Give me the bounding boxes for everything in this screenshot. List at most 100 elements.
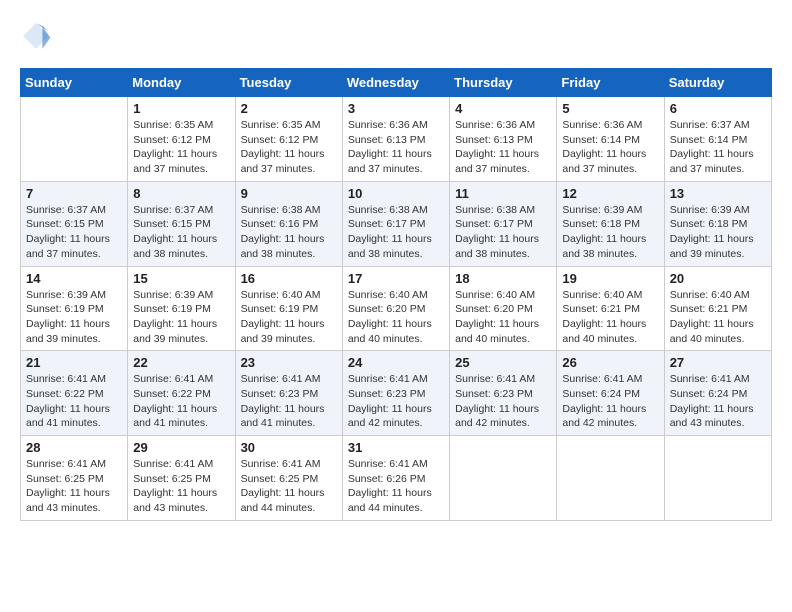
- day-info: Sunrise: 6:41 AM Sunset: 6:23 PM Dayligh…: [348, 372, 444, 431]
- calendar-cell: 16Sunrise: 6:40 AM Sunset: 6:19 PM Dayli…: [235, 266, 342, 351]
- weekday-header-thursday: Thursday: [450, 69, 557, 97]
- calendar-cell: 20 Sunrise: 6:40 AM Sunset: 6:21 PM Dayli…: [664, 266, 771, 351]
- day-info: Sunrise: 6:41 AM Sunset: 6:24 PM Dayligh…: [562, 372, 658, 431]
- calendar-week-row-2: 7 Sunrise: 6:37 AM Sunset: 6:15 PM Daylig…: [21, 181, 772, 266]
- page-header: [20, 20, 772, 52]
- day-info: Sunrise: 6:39 AM Sunset: 6:18 PM Dayligh…: [562, 203, 658, 262]
- calendar-cell: [664, 436, 771, 521]
- calendar-cell: 14 Sunrise: 6:39 AM Sunset: 6:19 PM Dayli…: [21, 266, 128, 351]
- calendar-cell: 31 Sunrise: 6:41 AM Sunset: 6:26 PM Dayli…: [342, 436, 449, 521]
- day-number: 5: [562, 101, 658, 116]
- day-info: Sunrise: 6:40 AM Sunset: 6:20 PM Dayligh…: [455, 288, 551, 347]
- day-number: 22: [133, 355, 229, 370]
- day-number: 21: [26, 355, 122, 370]
- day-number: 25: [455, 355, 551, 370]
- calendar-cell: 9Sunrise: 6:38 AM Sunset: 6:16 PM Daylig…: [235, 181, 342, 266]
- weekday-header-row: SundayMondayTuesdayWednesdayThursdayFrid…: [21, 69, 772, 97]
- calendar-cell: 18Sunrise: 6:40 AM Sunset: 6:20 PM Dayli…: [450, 266, 557, 351]
- day-number: 4: [455, 101, 551, 116]
- weekday-header-friday: Friday: [557, 69, 664, 97]
- logo: [20, 20, 56, 52]
- day-info: Sunrise: 6:36 AM Sunset: 6:13 PM Dayligh…: [455, 118, 551, 177]
- day-info: Sunrise: 6:38 AM Sunset: 6:17 PM Dayligh…: [348, 203, 444, 262]
- day-number: 19: [562, 271, 658, 286]
- day-info: Sunrise: 6:35 AM Sunset: 6:12 PM Dayligh…: [133, 118, 229, 177]
- day-info: Sunrise: 6:41 AM Sunset: 6:26 PM Dayligh…: [348, 457, 444, 516]
- day-number: 13: [670, 186, 766, 201]
- calendar-cell: 25 Sunrise: 6:41 AM Sunset: 6:23 PM Dayli…: [450, 351, 557, 436]
- day-number: 20: [670, 271, 766, 286]
- day-number: 17: [348, 271, 444, 286]
- day-number: 7: [26, 186, 122, 201]
- day-number: 31: [348, 440, 444, 455]
- day-number: 30: [241, 440, 337, 455]
- weekday-header-tuesday: Tuesday: [235, 69, 342, 97]
- calendar-cell: 2 Sunrise: 6:35 AM Sunset: 6:12 PM Daylig…: [235, 97, 342, 182]
- calendar-cell: [21, 97, 128, 182]
- calendar-cell: 13 Sunrise: 6:39 AM Sunset: 6:18 PM Dayli…: [664, 181, 771, 266]
- weekday-header-wednesday: Wednesday: [342, 69, 449, 97]
- calendar-cell: [557, 436, 664, 521]
- day-info: Sunrise: 6:37 AM Sunset: 6:15 PM Dayligh…: [26, 203, 122, 262]
- calendar-week-row-5: 28 Sunrise: 6:41 AM Sunset: 6:25 PM Dayli…: [21, 436, 772, 521]
- calendar-cell: 10 Sunrise: 6:38 AM Sunset: 6:17 PM Dayli…: [342, 181, 449, 266]
- day-number: 10: [348, 186, 444, 201]
- weekday-header-sunday: Sunday: [21, 69, 128, 97]
- day-info: Sunrise: 6:36 AM Sunset: 6:14 PM Dayligh…: [562, 118, 658, 177]
- day-info: Sunrise: 6:40 AM Sunset: 6:20 PM Dayligh…: [348, 288, 444, 347]
- calendar-week-row-4: 21 Sunrise: 6:41 AM Sunset: 6:22 PM Dayli…: [21, 351, 772, 436]
- day-number: 11: [455, 186, 551, 201]
- calendar-cell: 6 Sunrise: 6:37 AM Sunset: 6:14 PM Daylig…: [664, 97, 771, 182]
- day-number: 27: [670, 355, 766, 370]
- calendar-cell: 5 Sunrise: 6:36 AM Sunset: 6:14 PM Daylig…: [557, 97, 664, 182]
- day-number: 14: [26, 271, 122, 286]
- day-number: 2: [241, 101, 337, 116]
- day-number: 8: [133, 186, 229, 201]
- day-info: Sunrise: 6:36 AM Sunset: 6:13 PM Dayligh…: [348, 118, 444, 177]
- calendar-cell: 4 Sunrise: 6:36 AM Sunset: 6:13 PM Daylig…: [450, 97, 557, 182]
- day-info: Sunrise: 6:41 AM Sunset: 6:25 PM Dayligh…: [26, 457, 122, 516]
- day-info: Sunrise: 6:41 AM Sunset: 6:23 PM Dayligh…: [455, 372, 551, 431]
- day-info: Sunrise: 6:40 AM Sunset: 6:19 PM Dayligh…: [241, 288, 337, 347]
- day-info: Sunrise: 6:39 AM Sunset: 6:18 PM Dayligh…: [670, 203, 766, 262]
- day-info: Sunrise: 6:39 AM Sunset: 6:19 PM Dayligh…: [26, 288, 122, 347]
- weekday-header-monday: Monday: [128, 69, 235, 97]
- day-info: Sunrise: 6:37 AM Sunset: 6:14 PM Dayligh…: [670, 118, 766, 177]
- calendar-week-row-3: 14 Sunrise: 6:39 AM Sunset: 6:19 PM Dayli…: [21, 266, 772, 351]
- day-number: 1: [133, 101, 229, 116]
- calendar-cell: 21 Sunrise: 6:41 AM Sunset: 6:22 PM Dayli…: [21, 351, 128, 436]
- day-info: Sunrise: 6:35 AM Sunset: 6:12 PM Dayligh…: [241, 118, 337, 177]
- day-number: 23: [241, 355, 337, 370]
- calendar-cell: 22Sunrise: 6:41 AM Sunset: 6:22 PM Dayli…: [128, 351, 235, 436]
- day-number: 28: [26, 440, 122, 455]
- calendar-table: SundayMondayTuesdayWednesdayThursdayFrid…: [20, 68, 772, 521]
- day-info: Sunrise: 6:40 AM Sunset: 6:21 PM Dayligh…: [670, 288, 766, 347]
- day-number: 24: [348, 355, 444, 370]
- calendar-cell: 19Sunrise: 6:40 AM Sunset: 6:21 PM Dayli…: [557, 266, 664, 351]
- calendar-cell: 1 Sunrise: 6:35 AM Sunset: 6:12 PM Daylig…: [128, 97, 235, 182]
- day-number: 3: [348, 101, 444, 116]
- calendar-cell: 24 Sunrise: 6:41 AM Sunset: 6:23 PM Dayli…: [342, 351, 449, 436]
- day-info: Sunrise: 6:37 AM Sunset: 6:15 PM Dayligh…: [133, 203, 229, 262]
- calendar-cell: 23 Sunrise: 6:41 AM Sunset: 6:23 PM Dayli…: [235, 351, 342, 436]
- day-info: Sunrise: 6:38 AM Sunset: 6:16 PM Dayligh…: [241, 203, 337, 262]
- day-number: 15: [133, 271, 229, 286]
- calendar-cell: 8 Sunrise: 6:37 AM Sunset: 6:15 PM Daylig…: [128, 181, 235, 266]
- calendar-cell: 26 Sunrise: 6:41 AM Sunset: 6:24 PM Dayli…: [557, 351, 664, 436]
- day-info: Sunrise: 6:38 AM Sunset: 6:17 PM Dayligh…: [455, 203, 551, 262]
- calendar-cell: 28 Sunrise: 6:41 AM Sunset: 6:25 PM Dayli…: [21, 436, 128, 521]
- logo-icon: [20, 20, 52, 52]
- calendar-cell: 12 Sunrise: 6:39 AM Sunset: 6:18 PM Dayli…: [557, 181, 664, 266]
- calendar-cell: 3 Sunrise: 6:36 AM Sunset: 6:13 PM Daylig…: [342, 97, 449, 182]
- day-info: Sunrise: 6:41 AM Sunset: 6:25 PM Dayligh…: [241, 457, 337, 516]
- calendar-cell: 30 Sunrise: 6:41 AM Sunset: 6:25 PM Dayli…: [235, 436, 342, 521]
- day-info: Sunrise: 6:41 AM Sunset: 6:23 PM Dayligh…: [241, 372, 337, 431]
- day-info: Sunrise: 6:39 AM Sunset: 6:19 PM Dayligh…: [133, 288, 229, 347]
- day-info: Sunrise: 6:41 AM Sunset: 6:22 PM Dayligh…: [26, 372, 122, 431]
- day-number: 12: [562, 186, 658, 201]
- day-number: 6: [670, 101, 766, 116]
- day-number: 26: [562, 355, 658, 370]
- calendar-cell: 11 Sunrise: 6:38 AM Sunset: 6:17 PM Dayli…: [450, 181, 557, 266]
- calendar-cell: 17 Sunrise: 6:40 AM Sunset: 6:20 PM Dayli…: [342, 266, 449, 351]
- weekday-header-saturday: Saturday: [664, 69, 771, 97]
